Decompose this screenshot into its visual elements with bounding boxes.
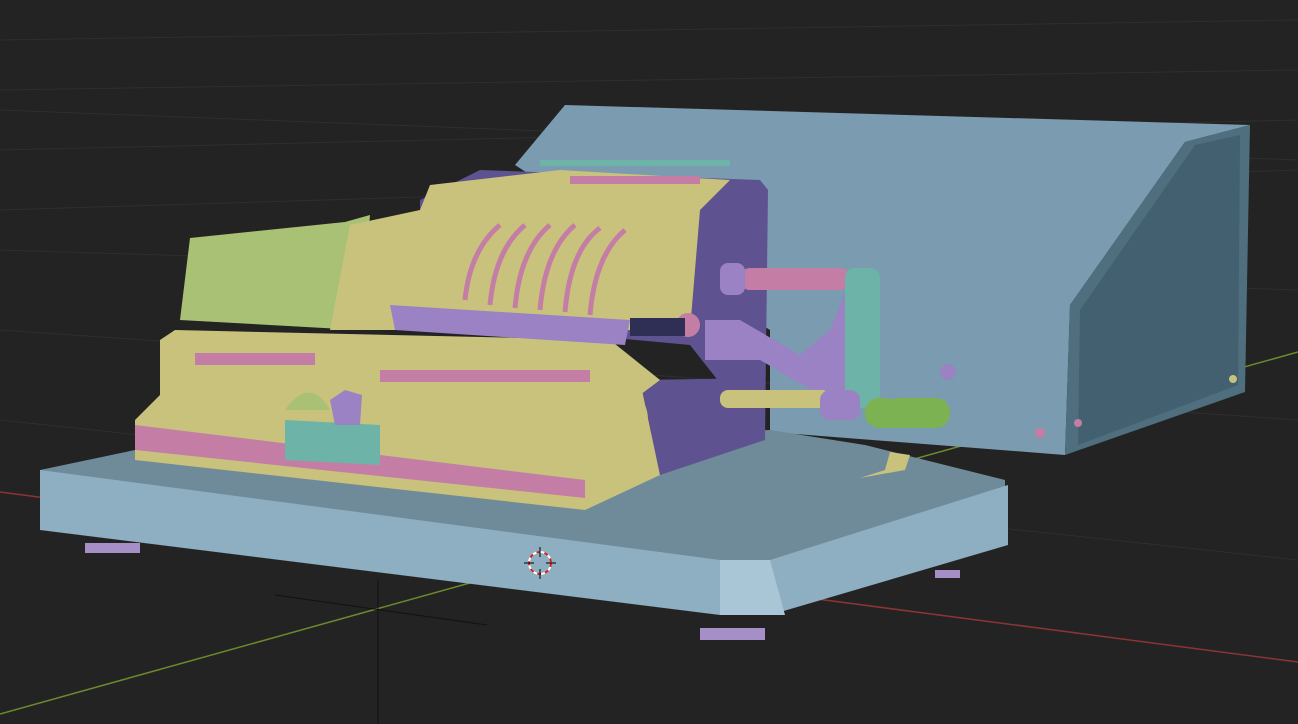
3d-viewport[interactable] <box>0 0 1298 724</box>
calculator-body[interactable] <box>135 160 768 510</box>
empty-object-axes <box>274 580 488 724</box>
